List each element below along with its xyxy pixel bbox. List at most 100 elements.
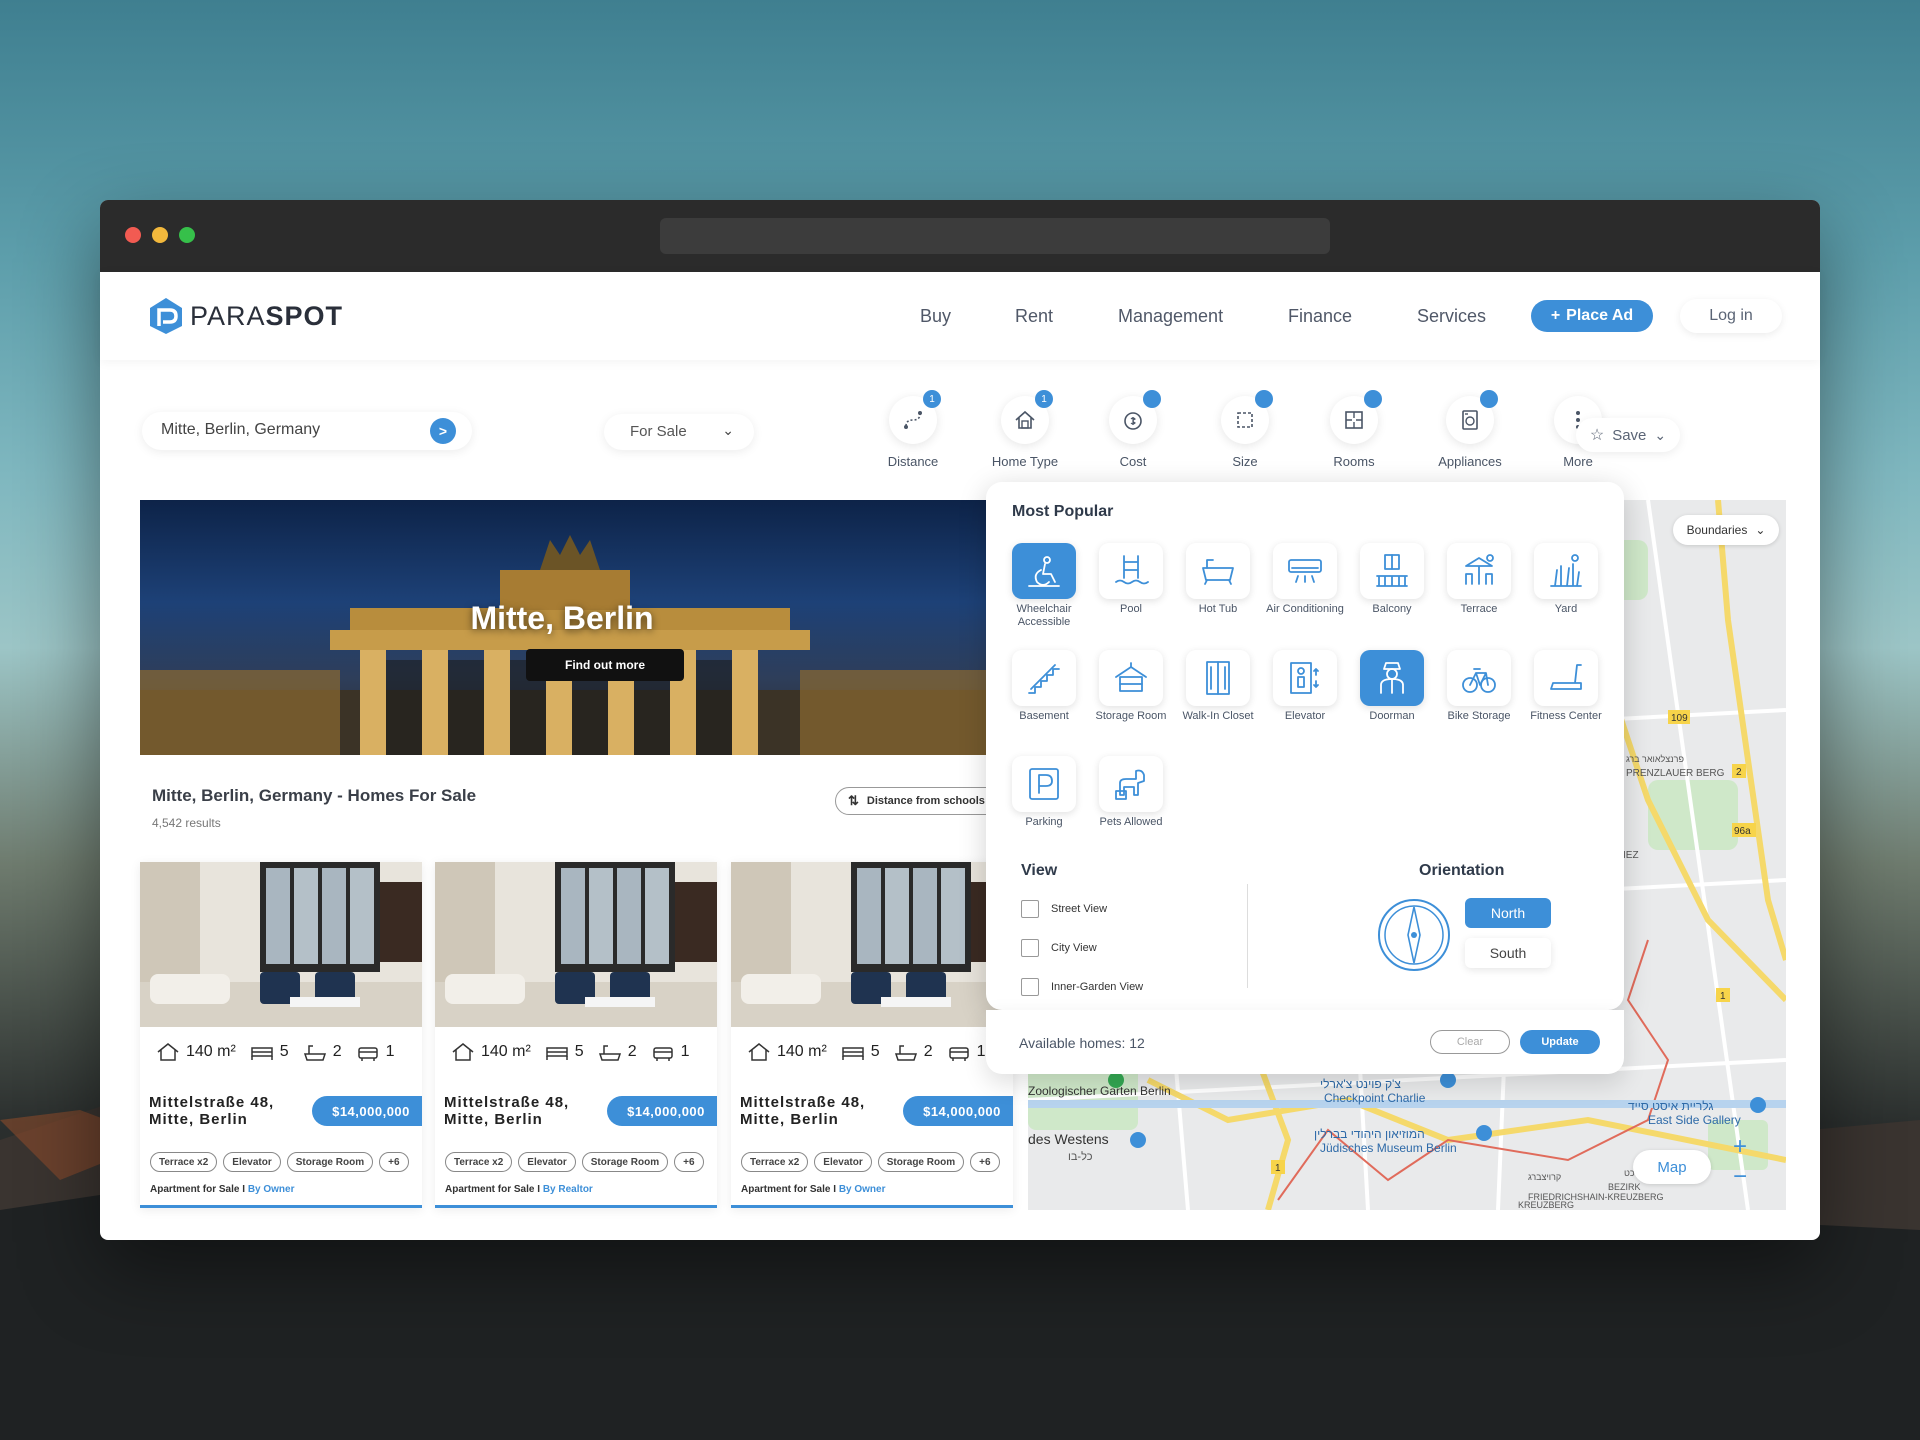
search-go-icon[interactable]: >: [430, 418, 456, 444]
amenity-option[interactable]: Doorman: [1349, 650, 1435, 723]
filter-appliances-button[interactable]: [1446, 390, 1498, 444]
amenity-option[interactable]: Balcony: [1349, 543, 1435, 616]
maximize-window-button[interactable]: [179, 227, 195, 243]
nav-rent[interactable]: Rent: [1015, 306, 1053, 327]
checkbox[interactable]: [1021, 939, 1039, 957]
nav-finance[interactable]: Finance: [1288, 306, 1352, 327]
filter-appliances[interactable]: Appliances: [1420, 390, 1520, 469]
view-option-city[interactable]: City View: [1021, 939, 1097, 957]
address-bar[interactable]: [660, 218, 1330, 254]
find-out-more-button[interactable]: Find out more: [526, 649, 684, 681]
amenity-option[interactable]: Air Conditioning: [1262, 543, 1348, 616]
filter-distance-button[interactable]: 1: [889, 390, 941, 444]
sort-button[interactable]: ⇅ Distance from schools: [835, 787, 1005, 815]
filter-home-type-button[interactable]: 1: [1001, 390, 1053, 444]
close-window-button[interactable]: [125, 227, 141, 243]
listing-by[interactable]: By Owner: [248, 1184, 295, 1195]
clear-button[interactable]: Clear: [1430, 1030, 1510, 1054]
amenity-tag[interactable]: Storage Room: [877, 1152, 965, 1172]
amenity-option[interactable]: Pool: [1088, 543, 1174, 616]
listing-photo[interactable]: [140, 862, 422, 1027]
filter-cost[interactable]: Cost: [1083, 390, 1183, 469]
amenity-tile[interactable]: [1534, 650, 1598, 706]
amenity-option[interactable]: Hot Tub: [1175, 543, 1261, 616]
nav-buy[interactable]: Buy: [920, 306, 951, 327]
listing-card[interactable]: 140 m² 5 2 1 Mittelstraße 48, Mitte, Berlin $…: [140, 862, 422, 1208]
amenity-tile[interactable]: [1273, 543, 1337, 599]
brand-logo[interactable]: PARASPOT: [148, 296, 343, 336]
amenity-tag[interactable]: Terrace x2: [445, 1152, 513, 1172]
amenity-tile[interactable]: [1012, 650, 1076, 706]
checkbox[interactable]: [1021, 978, 1039, 996]
amenity-tile[interactable]: [1360, 543, 1424, 599]
amenity-tag[interactable]: +6: [970, 1152, 1000, 1172]
filter-rooms-button[interactable]: [1330, 390, 1382, 444]
amenity-tile[interactable]: [1534, 543, 1598, 599]
results-count: 4,542 results: [152, 816, 221, 830]
filter-size[interactable]: Size: [1195, 390, 1295, 469]
map-toggle-button[interactable]: Map: [1633, 1150, 1711, 1184]
filter-rooms[interactable]: Rooms: [1304, 390, 1404, 469]
minimize-window-button[interactable]: [152, 227, 168, 243]
amenity-option[interactable]: Terrace: [1436, 543, 1522, 616]
search-input[interactable]: [161, 421, 421, 439]
update-button[interactable]: Update: [1520, 1030, 1600, 1054]
amenity-tag[interactable]: +6: [379, 1152, 409, 1172]
amenity-tag[interactable]: +6: [674, 1152, 704, 1172]
filter-distance[interactable]: 1 Distance: [863, 390, 963, 469]
amenity-option[interactable]: Bike Storage: [1436, 650, 1522, 723]
listing-by[interactable]: By Owner: [839, 1184, 886, 1195]
amenity-tile[interactable]: [1012, 756, 1076, 812]
air-conditioner-icon: [1288, 559, 1322, 583]
listing-card[interactable]: 140 m² 5 2 1 Mittelstraße 48, Mitte, Berlin $…: [731, 862, 1013, 1208]
filter-cost-button[interactable]: [1109, 390, 1161, 444]
listing-by[interactable]: By Realtor: [543, 1184, 593, 1195]
login-button[interactable]: Log in: [1680, 299, 1782, 333]
amenity-tag[interactable]: Terrace x2: [150, 1152, 218, 1172]
amenity-tag[interactable]: Elevator: [223, 1152, 281, 1172]
amenity-tile[interactable]: [1186, 650, 1250, 706]
filter-size-button[interactable]: [1221, 390, 1273, 444]
amenity-tile[interactable]: [1360, 650, 1424, 706]
amenity-tile[interactable]: [1186, 543, 1250, 599]
listing-photo[interactable]: [435, 862, 717, 1027]
amenity-option[interactable]: Parking: [1001, 756, 1087, 829]
amenity-tile[interactable]: [1099, 543, 1163, 599]
amenity-tag[interactable]: Elevator: [518, 1152, 576, 1172]
orientation-north-button[interactable]: North: [1465, 898, 1551, 928]
amenity-tag[interactable]: Elevator: [814, 1152, 872, 1172]
amenity-option[interactable]: Elevator: [1262, 650, 1348, 723]
amenity-tile[interactable]: [1099, 650, 1163, 706]
amenity-option[interactable]: Yard: [1523, 543, 1609, 616]
view-option-street[interactable]: Street View: [1021, 900, 1107, 918]
amenity-tile[interactable]: [1273, 650, 1337, 706]
amenity-option[interactable]: Basement: [1001, 650, 1087, 723]
nav-management[interactable]: Management: [1118, 306, 1223, 327]
listing-card[interactable]: 140 m² 5 2 1 Mittelstraße 48, Mitte, Berlin $…: [435, 862, 717, 1208]
amenity-option[interactable]: Wheelchair Accessible: [1001, 543, 1087, 629]
checkbox[interactable]: [1021, 900, 1039, 918]
amenity-option[interactable]: Storage Room: [1088, 650, 1174, 723]
place-ad-button[interactable]: + Place Ad: [1531, 300, 1653, 332]
location-search[interactable]: >: [142, 412, 472, 450]
amenity-tag[interactable]: Terrace x2: [741, 1152, 809, 1172]
view-option-inner-garden[interactable]: Inner-Garden View: [1021, 978, 1143, 996]
amenity-tile[interactable]: [1447, 543, 1511, 599]
listing-photo[interactable]: [731, 862, 1013, 1027]
amenity-option[interactable]: Pets Allowed: [1088, 756, 1174, 829]
filter-home-type[interactable]: 1 Home Type: [975, 390, 1075, 469]
listing-type-select[interactable]: For Sale ⌄: [604, 414, 754, 450]
nav-services[interactable]: Services: [1417, 306, 1486, 327]
amenity-tile[interactable]: [1012, 543, 1076, 599]
orientation-south-button[interactable]: South: [1465, 938, 1551, 968]
amenity-tag[interactable]: Storage Room: [581, 1152, 669, 1172]
amenity-tile[interactable]: [1099, 756, 1163, 812]
amenity-tile[interactable]: [1447, 650, 1511, 706]
zoom-out-button[interactable]: −: [1725, 1162, 1755, 1192]
amenity-option[interactable]: Walk-In Closet: [1175, 650, 1261, 723]
amenity-option[interactable]: Fitness Center: [1523, 650, 1609, 723]
amenity-tag[interactable]: Storage Room: [286, 1152, 374, 1172]
boundaries-dropdown[interactable]: Boundaries ⌄: [1673, 515, 1779, 545]
save-search-button[interactable]: ☆ Save ⌄: [1576, 418, 1680, 452]
zoom-in-button[interactable]: +: [1725, 1132, 1755, 1162]
